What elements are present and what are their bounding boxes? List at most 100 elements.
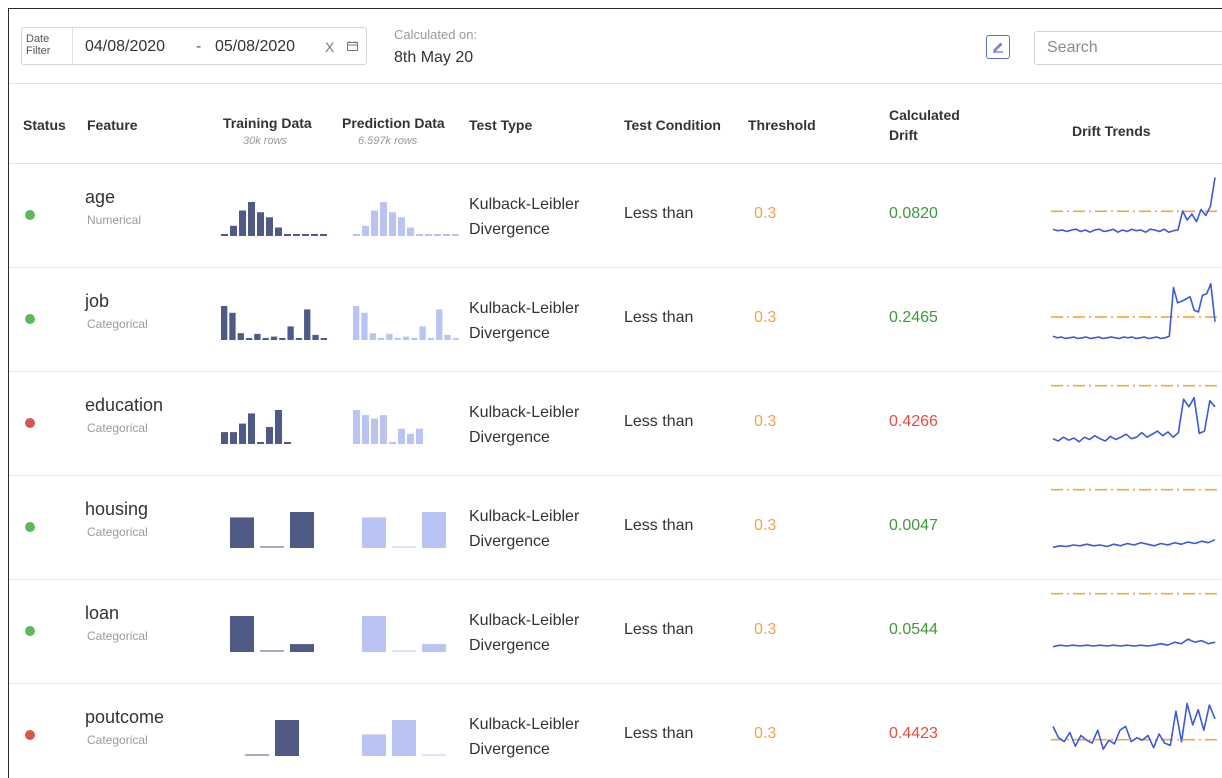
histogram-bar bbox=[248, 413, 255, 444]
date-end-field[interactable]: 05/08/2020 bbox=[215, 38, 295, 56]
training-histogram[interactable] bbox=[221, 498, 329, 548]
histogram-bar bbox=[279, 338, 286, 340]
histogram-bar bbox=[362, 517, 386, 548]
prediction-histogram[interactable] bbox=[353, 394, 461, 444]
header-training-data[interactable]: Training Data bbox=[223, 115, 312, 131]
search-input[interactable] bbox=[1034, 31, 1222, 65]
histogram-bar bbox=[221, 234, 228, 236]
date-filter[interactable]: Date Filter 04/08/2020 - 05/08/2020 X bbox=[21, 27, 367, 65]
training-histogram[interactable] bbox=[221, 186, 329, 236]
feature-name[interactable]: housing bbox=[85, 499, 148, 520]
status-indicator bbox=[25, 522, 35, 532]
test-type: Kulback-Leibler Divergence bbox=[469, 504, 579, 554]
histogram-bar bbox=[230, 517, 254, 548]
feature-name[interactable]: loan bbox=[85, 603, 119, 624]
drift-trend-line bbox=[1052, 396, 1216, 443]
histogram-bar bbox=[427, 338, 435, 340]
date-filter-divider bbox=[72, 28, 73, 64]
drift-trend-sparkline[interactable] bbox=[1041, 276, 1221, 360]
header-prediction-rows: 6.597k rows bbox=[358, 135, 418, 147]
histogram-bar bbox=[221, 432, 228, 444]
status-indicator bbox=[25, 210, 35, 220]
test-type-line-2: Divergence bbox=[469, 325, 550, 342]
drift-trend-sparkline[interactable] bbox=[1041, 380, 1221, 464]
drift-dashboard: Date Filter 04/08/2020 - 05/08/2020 X Ca… bbox=[8, 8, 1222, 778]
feature-name[interactable]: age bbox=[85, 187, 115, 208]
date-filter-label: Date Filter bbox=[26, 33, 51, 57]
header-test-condition[interactable]: Test Condition bbox=[624, 117, 721, 133]
test-type-line-2: Divergence bbox=[469, 637, 550, 654]
histogram-bar bbox=[452, 338, 459, 340]
histogram-bar bbox=[362, 225, 369, 236]
date-start-field[interactable]: 04/08/2020 bbox=[85, 38, 165, 56]
histogram-bar bbox=[422, 512, 446, 548]
histogram-bar bbox=[257, 212, 264, 236]
histogram-bar bbox=[293, 234, 300, 236]
prediction-histogram[interactable] bbox=[353, 706, 461, 756]
header-test-type[interactable]: Test Type bbox=[469, 117, 532, 133]
status-indicator bbox=[25, 418, 35, 428]
calendar-icon[interactable] bbox=[347, 41, 358, 51]
header-prediction-data[interactable]: Prediction Data bbox=[342, 115, 445, 131]
prediction-histogram[interactable] bbox=[353, 498, 461, 548]
header-drift-trends[interactable]: Drift Trends bbox=[1072, 123, 1151, 139]
header-calculated-drift[interactable]: Calculated Drift bbox=[889, 105, 979, 145]
test-condition: Less than bbox=[624, 309, 694, 326]
histogram-bar bbox=[230, 616, 254, 652]
header-status[interactable]: Status bbox=[23, 117, 66, 133]
table-row[interactable]: job Categorical Kulback-Leibler Divergen… bbox=[9, 268, 1222, 372]
table-header: Status Feature Training Data 30k rows Pr… bbox=[9, 83, 1222, 164]
histogram-bar bbox=[371, 210, 378, 236]
drift-trend-sparkline[interactable] bbox=[1041, 692, 1221, 776]
feature-type: Numerical bbox=[87, 213, 142, 227]
drift-trend-sparkline[interactable] bbox=[1041, 484, 1221, 568]
training-histogram[interactable] bbox=[221, 706, 329, 756]
prediction-histogram[interactable] bbox=[353, 602, 461, 652]
drift-trend-line bbox=[1052, 283, 1216, 340]
table-row[interactable]: poutcome Categorical Kulback-Leibler Div… bbox=[9, 684, 1222, 778]
test-condition: Less than bbox=[624, 205, 694, 222]
calculated-drift-value: 0.0820 bbox=[889, 205, 938, 222]
prediction-histogram[interactable] bbox=[353, 186, 461, 236]
threshold-value: 0.3 bbox=[754, 309, 777, 326]
histogram-bar bbox=[353, 234, 360, 236]
histogram-bar bbox=[266, 217, 273, 236]
test-type: Kulback-Leibler Divergence bbox=[469, 296, 579, 346]
histogram-bar bbox=[380, 415, 387, 444]
histogram-bar bbox=[284, 442, 291, 444]
training-histogram[interactable] bbox=[221, 602, 329, 652]
header-threshold[interactable]: Threshold bbox=[748, 117, 816, 133]
drift-trend-sparkline[interactable] bbox=[1041, 172, 1221, 256]
table-row[interactable]: education Categorical Kulback-Leibler Di… bbox=[9, 372, 1222, 476]
feature-type: Categorical bbox=[87, 733, 148, 747]
table-row[interactable]: housing Categorical Kulback-Leibler Dive… bbox=[9, 476, 1222, 580]
histogram-bar bbox=[287, 326, 294, 340]
histogram-bar bbox=[229, 312, 236, 340]
feature-name[interactable]: job bbox=[85, 291, 109, 312]
histogram-bar bbox=[407, 433, 414, 444]
test-type-line-1: Kulback-Leibler bbox=[469, 508, 580, 525]
edit-button[interactable] bbox=[986, 35, 1010, 59]
histogram-bar bbox=[275, 410, 282, 444]
clear-date-icon[interactable]: X bbox=[325, 39, 334, 55]
test-condition: Less than bbox=[624, 413, 694, 430]
drift-trend-sparkline[interactable] bbox=[1041, 588, 1221, 672]
histogram-bar bbox=[425, 234, 432, 236]
histogram-bar bbox=[295, 338, 303, 340]
training-histogram[interactable] bbox=[221, 394, 329, 444]
table-row[interactable]: loan Categorical Kulback-Leibler Diverge… bbox=[9, 580, 1222, 684]
header-feature[interactable]: Feature bbox=[87, 117, 138, 133]
test-type-line-1: Kulback-Leibler bbox=[469, 404, 580, 421]
histogram-bar bbox=[398, 217, 405, 236]
calculated-drift-value: 0.4266 bbox=[889, 413, 938, 430]
training-histogram[interactable] bbox=[221, 290, 329, 340]
feature-name[interactable]: poutcome bbox=[85, 707, 164, 728]
threshold-value: 0.3 bbox=[754, 413, 777, 430]
histogram-bar bbox=[290, 512, 314, 548]
prediction-histogram[interactable] bbox=[353, 290, 461, 340]
histogram-bar bbox=[434, 234, 441, 236]
histogram-bar bbox=[422, 644, 446, 652]
test-type-line-1: Kulback-Leibler bbox=[469, 300, 580, 317]
table-row[interactable]: age Numerical Kulback-Leibler Divergence… bbox=[9, 164, 1222, 268]
feature-name[interactable]: education bbox=[85, 395, 163, 416]
